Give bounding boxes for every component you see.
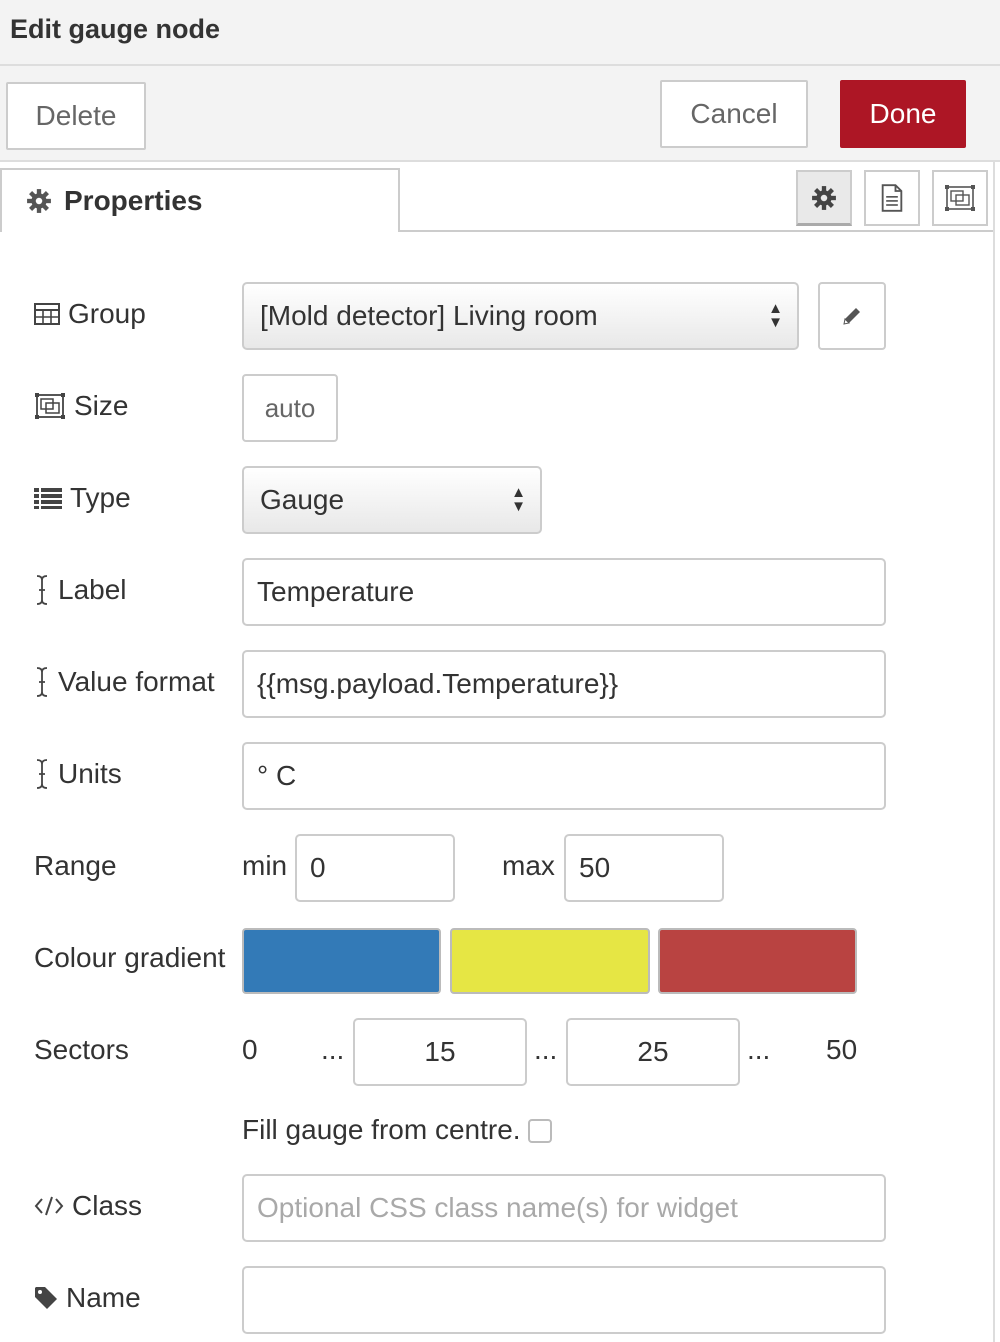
select-arrows-icon: ▲ ▼ [768,300,783,331]
colour-swatch-3[interactable] [658,928,857,994]
tag-icon [35,1287,57,1309]
value-format-label-text: Value format [58,666,215,697]
colour-swatch-2[interactable] [450,928,650,994]
layout-icon [945,185,975,211]
class-input-placeholder: Optional CSS class name(s) for widget [257,1192,738,1223]
text-cursor-icon [36,667,48,697]
delete-button[interactable]: Delete [6,82,146,150]
select-arrows-icon: ▲ ▼ [511,484,526,515]
tab-appearance-button[interactable] [932,170,988,226]
range-max-input[interactable]: 50 [564,834,724,902]
class-input[interactable]: Optional CSS class name(s) for widget [242,1174,886,1242]
sectors-label-text: Sectors [34,1034,129,1065]
dialog-title: Edit gauge node [10,14,221,44]
size-button[interactable]: auto [242,374,338,442]
size-label-text: Size [74,390,129,421]
name-input[interactable] [242,1266,886,1334]
gear-icon [27,189,51,213]
class-label: Class [34,1188,142,1224]
done-button[interactable]: Done [840,80,966,148]
type-select-value: Gauge [260,484,345,515]
range-min-input[interactable]: 0 [295,834,455,902]
sectors-start: 0 [242,1034,258,1065]
sectors-dots: ... [534,1034,558,1065]
tab-properties[interactable]: Properties [0,168,400,232]
group-label: Group [34,296,146,332]
code-icon [34,1196,64,1216]
type-label-text: Type [70,482,131,513]
colour-gradient-label-text: Colour gradient [34,942,226,973]
range-label-text: Range [34,850,117,881]
range-max-label: max [502,850,555,881]
panel-edge [993,162,995,1342]
text-cursor-icon [36,759,48,789]
layout-icon [35,393,65,419]
type-label: Type [34,480,131,516]
group-label-text: Group [68,298,146,329]
sectors-end: 50 [826,1034,858,1065]
pencil-icon [843,308,860,325]
text-cursor-icon [36,575,48,605]
sector-1-input[interactable]: 15 [353,1018,527,1086]
value-format-label: Value format [34,664,215,700]
size-label: Size [34,388,128,424]
colour-swatch-1[interactable] [242,928,441,994]
edit-group-button[interactable] [818,282,886,350]
range-label: Range [34,848,117,884]
table-icon [34,303,60,325]
label-field-label: Label [34,572,127,608]
type-select[interactable]: Gauge ▲ ▼ [242,466,542,534]
name-label-text: Name [66,1282,141,1313]
tab-properties-label: Properties [64,185,203,216]
cancel-button[interactable]: Cancel [660,80,808,148]
colour-gradient-label: Colour gradient [34,940,225,976]
group-select-value: [Mold detector] Living room [260,300,598,331]
units-input[interactable]: ° C [242,742,886,810]
sectors-dots: ... [321,1034,345,1065]
value-format-input[interactable]: {{msg.payload.Temperature}} [242,650,886,718]
tab-description-button[interactable] [864,170,920,226]
class-label-text: Class [72,1190,143,1221]
units-label: Units [34,756,122,792]
sector-2-input[interactable]: 25 [566,1018,740,1086]
gear-icon [812,185,836,210]
range-min-label: min [242,850,288,881]
sectors-dots: ... [747,1034,771,1065]
sectors-label: Sectors [34,1032,129,1068]
fill-from-centre-checkbox[interactable] [528,1119,552,1143]
tab-settings-button[interactable] [796,170,852,226]
list-icon [34,488,62,509]
fill-from-centre-label: Fill gauge from centre. [242,1114,521,1145]
label-input[interactable]: Temperature [242,558,886,626]
name-label: Name [34,1280,141,1316]
group-select[interactable]: [Mold detector] Living room ▲ ▼ [242,282,799,350]
document-icon [881,184,903,212]
units-label-text: Units [58,758,122,789]
label-field-label-text: Label [58,574,127,605]
